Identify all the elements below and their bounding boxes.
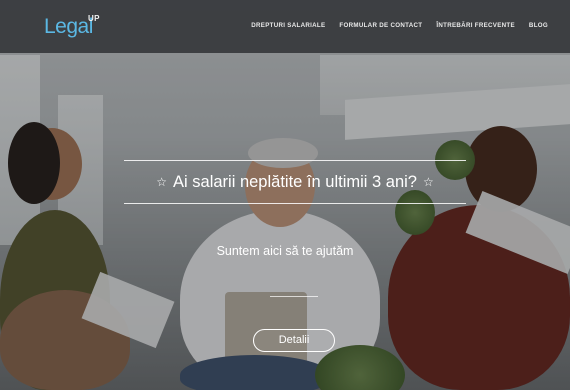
nav-item-formular-de-contact[interactable]: FORMULAR DE CONTACT [339,22,422,29]
top-navbar: Legal UP DREPTURI SALARIALE FORMULAR DE … [0,0,570,53]
hero-headline: Ai salarii neplătite în ultimii 3 ani? [173,172,417,191]
logo-text: Legal [44,15,93,38]
logo-superscript: UP [88,14,100,23]
nav-item-drepturi-salariale[interactable]: DREPTURI SALARIALE [251,22,325,29]
details-button[interactable]: Detalii [253,329,335,352]
hero-subtitle: Suntem aici să te ajutăm [216,244,354,258]
nav-item-intrebari-frecvente[interactable]: ÎNTREBĂRI FRECVENTE [436,22,515,29]
star-icon-left: ☆ [156,175,168,189]
star-icon-right: ☆ [422,175,434,189]
nav-item-blog[interactable]: BLOG [529,22,548,29]
hero-divider [270,296,318,297]
hero-headline-box: ☆ Ai salarii neplătite în ultimii 3 ani?… [124,160,466,204]
main-nav: DREPTURI SALARIALE FORMULAR DE CONTACT Î… [237,22,548,29]
logo[interactable]: Legal UP [44,14,99,41]
